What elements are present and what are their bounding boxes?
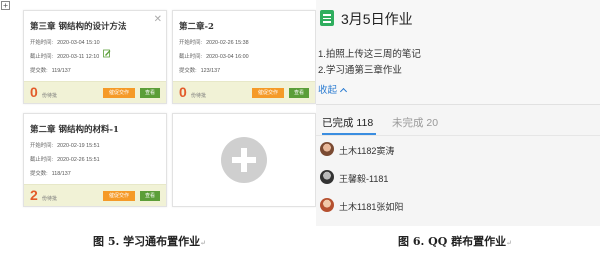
card-title: 第二章 钢结构的材料-1 — [30, 125, 119, 135]
homework-line: 2.学习通第三章作业 — [318, 65, 402, 76]
card-footer: 0 份待批 催促交作 查看 — [24, 81, 166, 103]
pending-label: 份待批 — [42, 93, 58, 99]
list-item[interactable]: 土木1181张如阳 — [318, 197, 598, 215]
member-name: 土木1182窦涛 — [339, 146, 395, 156]
remind-button[interactable]: 催促交作 — [103, 191, 135, 201]
avatar — [320, 142, 334, 156]
qq-figure: 3月5日作业 1.拍照上传这三周的笔记 2.学习通第三章作业 收起 已完成 11… — [316, 0, 600, 226]
card-footer: 0 份待批 催促交作 查看 — [173, 81, 315, 103]
divider — [316, 104, 600, 105]
list-item[interactable]: 土木1182窦涛 — [318, 141, 598, 159]
close-icon[interactable]: ✕ — [154, 15, 162, 25]
view-button[interactable]: 查看 — [140, 88, 160, 98]
end-time: 截止时间: 2020-02-26 15:51 — [30, 157, 100, 163]
figure-caption: 图 6. QQ 群布置作业↵ — [398, 235, 513, 248]
pending-count: 2 — [30, 187, 38, 203]
collapse-link[interactable]: 收起 — [318, 82, 348, 96]
divider — [316, 135, 600, 136]
member-name: 土木1181张如阳 — [339, 202, 404, 212]
avatar — [320, 170, 334, 184]
card-title: 第三章 钢结构的设计方法 — [30, 22, 127, 32]
plus-icon[interactable] — [221, 137, 267, 183]
tab-incomplete[interactable]: 未完成 20 — [392, 115, 438, 130]
card-footer: 2 份待批 催促交作 查看 — [24, 184, 166, 206]
member-name: 王馨毅-1181 — [339, 174, 389, 184]
remind-button[interactable]: 催促交作 — [252, 88, 284, 98]
assignment-card: 第二章-2 开始时间: 2020-02-26 15:38 截止时间: 2020-03… — [172, 10, 316, 104]
homework-header: 3月5日作业 1.拍照上传这三周的笔记 2.学习通第三章作业 收起 — [316, 0, 600, 104]
remind-button[interactable]: 催促交作 — [103, 88, 135, 98]
pending-count: 0 — [179, 84, 187, 100]
view-button[interactable]: 查看 — [140, 191, 160, 201]
document-icon — [320, 10, 334, 26]
start-time: 开始时间: 2020-03-04 15:10 — [30, 40, 100, 46]
edit-icon[interactable] — [103, 49, 111, 58]
pending-label: 份待批 — [42, 196, 58, 202]
pending-count: 0 — [30, 84, 38, 100]
add-assignment-card[interactable] — [172, 113, 316, 207]
expand-marker-icon[interactable]: + — [1, 1, 10, 10]
start-time: 开始时间: 2020-02-19 15:51 — [30, 143, 100, 149]
figure-caption: 图 5. 学习通布置作业↵ — [93, 235, 207, 248]
submit-count: 提交数: 119/137 — [30, 68, 71, 74]
card-title: 第二章-2 — [179, 22, 214, 32]
homework-title: 3月5日作业 — [341, 11, 413, 27]
chevron-up-icon — [339, 87, 348, 96]
end-time: 截止时间: 2020-03-11 12:10 — [30, 54, 100, 60]
submit-count: 提交数: 118/137 — [30, 171, 71, 177]
view-button[interactable]: 查看 — [289, 88, 309, 98]
assignment-card: 第二章 钢结构的材料-1 开始时间: 2020-02-19 15:51 截止时间:… — [23, 113, 167, 207]
tab-completed[interactable]: 已完成 118 — [322, 115, 373, 130]
pending-label: 份待批 — [191, 93, 207, 99]
avatar — [320, 198, 334, 212]
submit-count: 提交数: 123/137 — [179, 68, 221, 74]
assignment-card: 第三章 钢结构的设计方法 ✕ 开始时间: 2020-03-04 15:10 截止时… — [23, 10, 167, 104]
homework-line: 1.拍照上传这三周的笔记 — [318, 49, 421, 60]
start-time: 开始时间: 2020-02-26 15:38 — [179, 40, 249, 46]
list-item[interactable]: 王馨毅-1181 — [318, 169, 598, 187]
xuexitong-figure: 第三章 钢结构的设计方法 ✕ 开始时间: 2020-03-04 15:10 截止时… — [18, 5, 316, 227]
end-time: 截止时间: 2020-03-04 16:00 — [179, 54, 249, 60]
